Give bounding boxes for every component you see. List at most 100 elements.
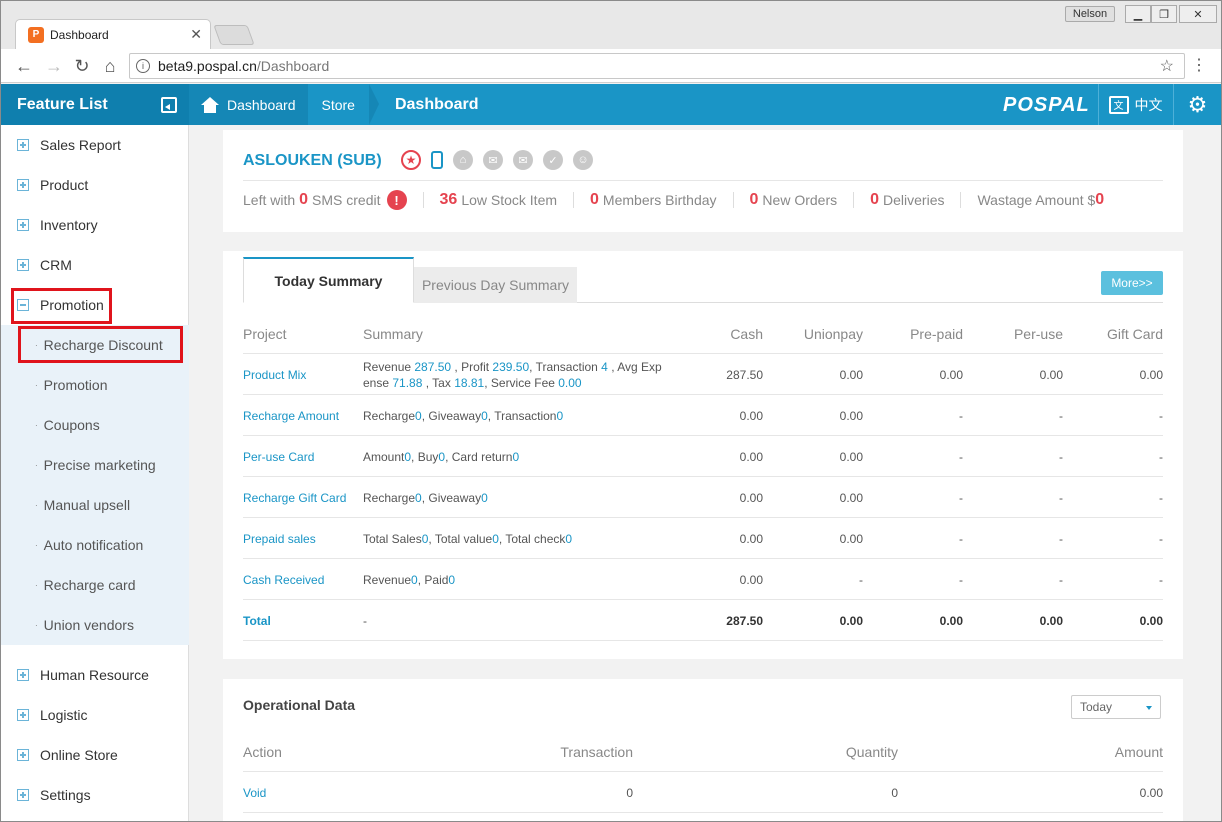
submenu-item-promotion[interactable]: · Promotion [1,365,189,405]
submenu-item-coupons[interactable]: · Coupons [1,405,189,445]
giftcard-cell: - [1159,449,1163,464]
submenu-item-label: Union vendors [43,617,134,633]
stat-birthday[interactable]: 0 Members Birthday [590,191,734,208]
summary-cell: - [363,613,367,628]
url-path: /Dashboard [256,58,330,74]
submenu-item-manual-upsell[interactable]: · Manual upsell [1,485,189,525]
table-row: Prepaid sales Total Sales 0, Total value… [243,518,1163,559]
stat-low-stock[interactable]: 36 Low Stock Item [440,191,575,208]
summary-part: , Service Fee [484,375,559,390]
gear-icon[interactable]: ⚙ [1173,84,1221,125]
giftcard-cell: 0.00 [1139,367,1163,382]
home-page-icon[interactable]: ⌂ [99,55,121,77]
chat-icon[interactable]: ✉ [483,150,503,170]
back-arrow-icon[interactable]: ← [13,55,35,77]
forward-arrow-icon[interactable]: → [43,55,65,77]
user-icon[interactable]: ☺ [573,150,593,170]
project-link[interactable]: Cash Received [243,559,324,600]
sidebar-item-product[interactable]: Product [1,165,189,205]
bookmark-star-icon[interactable]: ☆ [1160,56,1174,76]
submenu-item-recharge-discount[interactable]: · Recharge Discount [1,325,189,365]
site-info-icon[interactable]: i [136,59,150,73]
tab-today-summary[interactable]: Today Summary [243,257,414,303]
sidebar-item-promotion[interactable]: Promotion [1,285,189,325]
project-link[interactable]: Recharge Gift Card [243,477,346,518]
breadcrumb-home[interactable]: Dashboard [189,84,308,125]
unionpay-cell: 0.00 [839,531,863,546]
summary-cell: Total Sales 0, Total value 0, Total chec… [363,518,572,559]
mail-icon[interactable]: ✉ [513,150,533,170]
tab-title: Dashboard [50,27,109,42]
submenu-item-label: Coupons [43,417,100,433]
check-icon[interactable]: ✓ [543,150,563,170]
period-select[interactable]: Today [1071,695,1161,719]
sidebar-item-settings[interactable]: Settings [1,775,189,815]
reload-icon[interactable]: ↻ [71,55,93,77]
breadcrumb-separator [368,84,379,125]
breadcrumb-store[interactable]: Store [308,84,369,125]
summary-value: 0 [411,572,418,587]
submenu-item-union-vendors[interactable]: · Union vendors [1,605,189,645]
bag-icon[interactable]: ⌂ [453,150,473,170]
submenu-item-precise-marketing[interactable]: · Precise marketing [1,445,189,485]
profile-button[interactable]: Nelson [1065,6,1115,22]
store-name[interactable]: ASLOUKEN (SUB) [243,152,382,170]
sidebar-item-label: Online Store [40,747,118,763]
submenu-item-auto-notification[interactable]: · Auto notification [1,525,189,565]
project-link[interactable]: Recharge Amount [243,395,339,436]
summary-part: , Total check [498,531,566,546]
giftcard-cell: - [1159,408,1163,423]
mobile-icon[interactable] [431,151,443,169]
stat-value: 0 [1095,191,1105,208]
sidebar-item-human-resource[interactable]: Human Resource [1,655,189,695]
stat-wastage[interactable]: Wastage Amount $ 0 [977,191,1124,208]
total-label: Total [243,613,271,628]
browser-tab[interactable]: P Dashboard ✕ [15,19,211,49]
feature-list-header: Feature List [1,84,189,125]
bullet: · [35,620,38,630]
stat-label: SMS credit [312,192,381,208]
submenu-item-recharge-card[interactable]: · Recharge card [1,565,189,605]
bullet: · [35,500,38,510]
language-switch[interactable]: 文 中文 [1098,84,1172,125]
sidebar-item-label: Human Resource [40,667,149,683]
stat-value: 0 [870,191,880,208]
star-icon[interactable]: ★ [401,150,421,170]
summary-card: Today Summary Previous Day Summary More>… [223,251,1183,659]
tab-previous-day-summary[interactable]: Previous Day Summary [414,267,577,303]
column-header: Amount [1114,743,1163,760]
maximize-button[interactable]: ❐ [1151,5,1177,23]
transaction-cell: 0 [626,785,633,800]
summary-value: 18.81 [454,375,485,390]
project-link[interactable]: Per-use Card [243,436,314,477]
sidebar-item-sales-report[interactable]: Sales Report [1,125,189,165]
store-stats: Left with 0 SMS credit ! 36 Low Stock It… [243,190,1140,210]
close-icon[interactable]: ✕ [190,26,202,43]
sidebar-item-inventory[interactable]: Inventory [1,205,189,245]
window-close-button[interactable]: ✕ [1179,5,1217,23]
sidebar-item-crm[interactable]: CRM [1,245,189,285]
stat-new-orders[interactable]: 0 New Orders [749,191,855,208]
pospal-logo: POSPAL [1003,94,1090,116]
stat-value: 0 [749,191,759,208]
sidebar-item-online-store[interactable]: Online Store [1,735,189,775]
submenu-item-label: Auto notification [43,537,144,553]
stat-deliveries[interactable]: 0 Deliveries [870,191,962,208]
stat-sms[interactable]: Left with 0 SMS credit ! [243,190,424,210]
project-link[interactable]: Product Mix [243,354,306,395]
store-info-card: ASLOUKEN (SUB) ★ ⌂ ✉ ✉ ✓ ☺ Left with 0 S… [223,130,1183,232]
collapse-sidebar-icon[interactable] [161,97,177,113]
summary-cell: Amount 0, Buy 0, Card return 0 [363,436,519,477]
action-link[interactable]: Void [243,772,266,813]
more-button[interactable]: More>> [1101,271,1163,295]
minimize-button[interactable]: ▁ [1125,5,1151,23]
new-tab-button[interactable] [213,25,255,45]
expand-plus-icon [17,179,29,191]
expand-plus-icon [17,669,29,681]
url-input[interactable]: i beta9.pospal.cn/Dashboard ☆ [129,53,1185,79]
project-link[interactable]: Prepaid sales [243,518,316,559]
browser-menu-icon[interactable]: ⋮ [1191,55,1207,75]
summary-part: , Profit [451,359,493,374]
sidebar-item-logistic[interactable]: Logistic [1,695,189,735]
column-header: Transaction [560,743,633,760]
